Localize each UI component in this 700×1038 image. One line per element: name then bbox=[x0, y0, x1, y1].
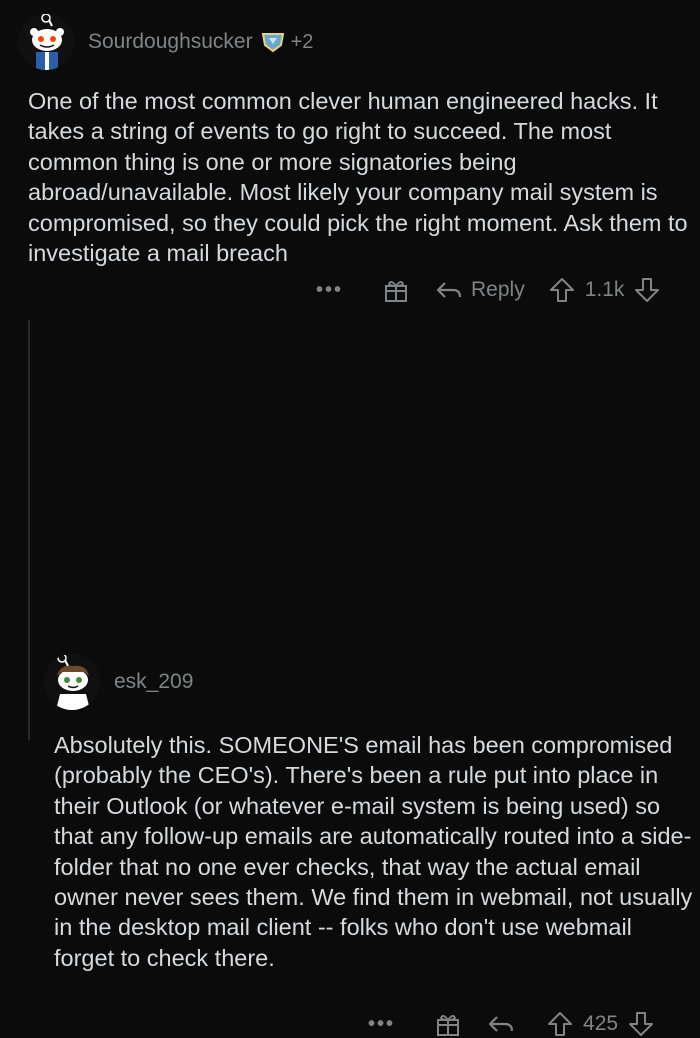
username[interactable]: Sourdoughsucker bbox=[88, 30, 253, 54]
comment-body: Absolutely this. SOMEONE'S email has bee… bbox=[54, 732, 693, 971]
award-icon[interactable] bbox=[435, 1011, 461, 1037]
thread-line[interactable] bbox=[28, 320, 30, 740]
award-icon[interactable] bbox=[383, 277, 409, 303]
avatar[interactable] bbox=[44, 654, 100, 710]
reply-label: Reply bbox=[471, 278, 525, 301]
downvote-icon[interactable] bbox=[628, 1010, 654, 1038]
comment-actions: ••• Reply 1.1k bbox=[316, 276, 660, 304]
karma-count: +2 bbox=[290, 30, 314, 53]
reply-icon bbox=[488, 1016, 514, 1032]
avatar[interactable] bbox=[18, 14, 74, 70]
more-options-button[interactable]: ••• bbox=[368, 1013, 395, 1036]
vote-score: 425 bbox=[583, 1012, 619, 1035]
comment-body: One of the most common clever human engi… bbox=[28, 88, 688, 267]
achievement-badge-icon bbox=[261, 31, 285, 53]
reply-icon bbox=[436, 282, 462, 298]
reply-button[interactable]: Reply bbox=[435, 278, 525, 302]
downvote-icon[interactable] bbox=[634, 276, 660, 304]
username[interactable]: esk_209 bbox=[114, 670, 193, 694]
comment-actions: ••• 425 bbox=[368, 1010, 654, 1038]
more-options-button[interactable]: ••• bbox=[316, 279, 343, 302]
vote-score: 1.1k bbox=[584, 278, 625, 301]
reply-button[interactable] bbox=[487, 1012, 523, 1036]
comment-header: Sourdoughsucker +2 bbox=[18, 14, 313, 70]
upvote-icon[interactable] bbox=[549, 276, 575, 304]
comment-header: esk_209 bbox=[44, 654, 193, 710]
upvote-icon[interactable] bbox=[547, 1010, 573, 1038]
